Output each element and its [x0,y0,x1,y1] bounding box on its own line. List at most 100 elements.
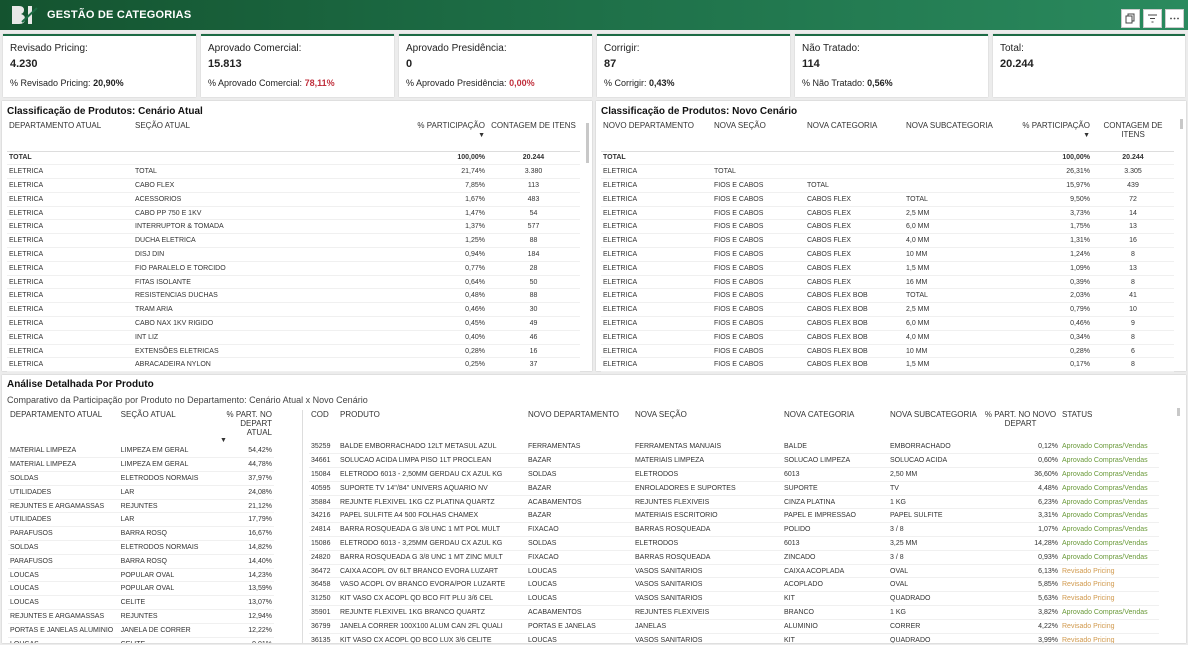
table-row[interactable]: LOUCASCELITE9,01% [8,637,274,643]
table-row[interactable]: 15086 ELETRODO 6013 - 3,25MM GERDAU CX AZ… [309,536,1159,551]
table-row[interactable]: ELETRICA FIOS E CABOS CABOS FLEX BOB 6,0 MM… [601,316,1174,331]
cell-departamento: PORTAS E JANELAS ALUMINIO [8,623,119,638]
header-departamento-atual[interactable]: DEPARTAMENTO ATUAL [7,121,133,151]
table-row[interactable]: ELETRICA EXTENSÕES ELETRICAS 0,28% 16 [7,344,580,359]
table-row[interactable]: 36458 VASO ACOPL OV BRANCO EVORA/POR LUZA… [309,577,1159,593]
table-row[interactable]: ELETRICA FIOS E CABOS CABOS FLEX BOB 1,5 MM… [601,357,1174,373]
table-row[interactable]: PARAFUSOS BARRA ROSQ 14,40% [8,554,274,569]
table-row[interactable]: ELETRICA FIOS E CABOS CABOS FLEX BOB 10 MM 0… [601,344,1174,359]
table-row[interactable]: ELETRICA ABRACADEIRA NYLON 0,25% 37 [7,357,580,373]
table-row[interactable]: ELETRICA FIOS E CABOS CABOS FLEX BOB 4,0 MM… [601,330,1174,345]
scrollbar-detalhe[interactable] [1177,408,1180,416]
header-novo-departamento[interactable]: NOVO DEPARTAMENTO [601,121,712,151]
header-secao-atual-det[interactable]: SEÇÃO ATUAL [119,410,218,444]
table-row[interactable]: ELETRICA FIOS E CABOS CABOS FLEX 1,5 MM 1,09… [601,261,1174,276]
copy-button[interactable] [1121,9,1140,28]
table-row[interactable]: ELETRICA CABO NAX 1KV RIGIDO 0,45% 49 [7,316,580,331]
table-row[interactable]: ELETRICA FIOS E CABOS CABOS FLEX 6,0 MM 1,75… [601,219,1174,235]
header-depto-atual[interactable]: DEPARTAMENTO ATUAL [8,410,119,444]
header-nova-categoria[interactable]: NOVA CATEGORIA [805,121,904,151]
header-status[interactable]: STATUS [1060,410,1159,440]
header-nova-subcategoria[interactable]: NOVA SUBCATEGORIA [904,121,1012,151]
header-nova-secao[interactable]: NOVA SEÇÃO [712,121,805,151]
header-part-atual[interactable]: % PART. NO DEPART ATUAL ▼ [218,410,274,444]
table-row[interactable]: 35884 REJUNTE FLEXIVEL 1KG CZ PLATINA QUA… [309,495,1159,510]
table-row[interactable]: ELETRICA FIOS E CABOS CABOS FLEX 2,5 MM 3,73… [601,206,1174,221]
table-row[interactable]: ELETRICA TRAM ARIA 0,46% 30 [7,302,580,318]
table-row[interactable]: ELETRICA FIO PARALELO E TORCIDO 0,77% 28 [7,261,580,276]
table-row[interactable]: ELETRICA DUCHA ELETRICA 1,25% 88 [7,233,580,249]
table-row[interactable]: 24814 BARRA ROSQUEADA G 3/8 UNC 1 MT POL … [309,522,1159,538]
table-row[interactable]: ELETRICA ACESSORIOS 1,67% 483 [7,192,580,207]
table-row[interactable]: SOLDAS ELETRODOS NORMAIS 37,97% [8,471,274,486]
table-row[interactable]: ELETRICA FIOS E CABOS TOTAL 15,97% 439 [601,178,1174,193]
table-row[interactable]: ELETRICA FIOS E CABOS CABOS FLEX 16 MM 0,39%… [601,275,1174,290]
table-row[interactable]: ELETRICA TOTAL 21,74% 3.380 [7,164,580,180]
table-row[interactable]: LOUCAS POPULAR OVAL 14,23% [8,568,274,583]
table-row[interactable]: LOUCAS CELITE 13,07% [8,595,274,611]
header-nova-subcategoria-det[interactable]: NOVA SUBCATEGORIA [888,410,981,440]
table-row[interactable]: 34216 PAPEL SULFITE A4 500 FOLHAS CHAMEX B… [309,508,1159,524]
table-row[interactable]: UTILIDADES LAR 17,79% [8,512,274,528]
more-options-button[interactable] [1165,9,1184,28]
table-row[interactable]: ELETRICA FIOS E CABOS CABOS FLEX BOB TOTAL 2… [601,288,1174,304]
header-novo-depto[interactable]: NOVO DEPARTAMENTO [526,410,633,440]
table-row[interactable]: 36135 KIT VASO CX ACOPL QD BCO LUX 3/6 CE… [309,633,1159,643]
header-produto[interactable]: PRODUTO [338,410,526,440]
table-row[interactable]: ELETRICA FIOS E CABOS CABOS FLEX BOB 2,5 MM… [601,302,1174,318]
scrollbar-atual[interactable] [586,123,589,163]
table-row[interactable]: PARAFUSOS BARRA ROSQ 16,67% [8,526,274,542]
cell-participacao: 2,03% [1012,288,1092,304]
filter-button[interactable] [1143,9,1162,28]
header-part-novo[interactable]: % PART. NO NOVO DEPART [981,410,1060,440]
table-row[interactable]: 35259 BALDE EMBORRACHADO 12LT METASUL AZU… [309,440,1159,455]
header-participacao-novo[interactable]: % PARTICIPAÇÃO ▼ [1012,121,1092,151]
cell-produto: REJUNTE FLEXIVEL 1KG BRANCO QUARTZ [338,605,526,620]
cell-produto: JANELA CORRER 100X100 ALUM CAN 2FL QUALI [338,619,526,634]
table-row[interactable]: ELETRICA INTERRUPTOR & TOMADA 1,37% 577 [7,219,580,235]
cell-secao: FIOS E CABOS [712,206,805,221]
cell-participacao: 1,25% [383,233,487,249]
header-nova-categoria-det[interactable]: NOVA CATEGORIA [782,410,888,440]
table-row[interactable]: ELETRICA FITAS ISOLANTE 0,64% 50 [7,275,580,290]
table-row[interactable]: TOTAL 100,00% 20.244 [601,150,1174,166]
header-contagem-novo[interactable]: CONTAGEM DE ITENS [1092,121,1174,151]
table-row[interactable]: PORTAS E JANELAS ALUMINIO JANELA DE CORRE… [8,623,274,638]
cell-secao: ELETRODOS NORMAIS [118,471,218,486]
table-row[interactable]: ELETRICA CABO FLEX 7,85% 113 [7,178,580,193]
table-row[interactable]: ELETRICA INT LIZ 0,40% 46 [7,330,580,345]
header-secao-atual[interactable]: SEÇÃO ATUAL [133,121,383,151]
header-contagem[interactable]: CONTAGEM DE ITENS [487,121,580,151]
cell-novo-depto: ACABAMENTOS [526,605,633,620]
table-row[interactable]: MATERIAL LIMPEZA LIMPEZA EM GERAL 44,78% [8,457,274,473]
table-row[interactable]: LOUCAS POPULAR OVAL 13,59% [8,581,274,597]
header-cod[interactable]: COD [309,410,338,440]
table-row[interactable]: ELETRICA CABO PP 750 E 1KV 1,47% 54 [7,206,580,221]
table-row[interactable]: TOTAL 100,00% 20.244 [7,150,580,166]
cell-secao: FIOS E CABOS [712,344,805,359]
table-row[interactable]: ELETRICA FIOS E CABOS CABOS FLEX 4,0 MM 1,31… [601,233,1174,249]
table-row[interactable]: 40595 SUPORTE TV 14''/84'' UNIVERS AQUARI… [309,481,1159,496]
header-nova-secao-det[interactable]: NOVA SEÇÃO [633,410,782,440]
table-row[interactable]: 34661 SOLUCAO ACIDA LIMPA PISO 1LT PROCLE… [309,453,1159,469]
table-row[interactable]: REJUNTES E ARGAMASSAS REJUNTES 21,12% [8,499,274,514]
header-participacao[interactable]: % PARTICIPAÇÃO ▼ [383,121,487,151]
table-row[interactable]: SOLDAS ELETRODOS NORMAIS 14,82% [8,540,274,555]
table-row[interactable]: ELETRICA DISJ DIN 0,94% 184 [7,247,580,262]
table-row[interactable]: REJUNTES E ARGAMASSAS REJUNTES 12,94% [8,609,274,624]
scrollbar-novo[interactable] [1180,119,1183,129]
table-row[interactable]: UTILIDADES LAR 24,08% [8,485,274,500]
cell-secao: EXTENSÕES ELETRICAS [133,344,383,359]
table-row[interactable]: 35901 REJUNTE FLEXIVEL 1KG BRANCO QUARTZ A… [309,605,1159,620]
table-row[interactable]: 36472 CAIXA ACOPL OV 6LT BRANCO EVORA LUZ… [309,564,1159,579]
table-row[interactable]: 31250 KIT VASO CX ACOPL QD BCO FIT PLU 3/… [309,591,1159,607]
cell-secao: FIOS E CABOS [712,288,805,304]
table-row[interactable]: 24820 BARRA ROSQUEADA G 3/8 UNC 1 MT ZINC… [309,550,1159,565]
table-row[interactable]: 36799 JANELA CORRER 100X100 ALUM CAN 2FL … [309,619,1159,634]
table-row[interactable]: MATERIAL LIMPEZA LIMPEZA EM GERAL 54,42% [8,444,274,459]
table-row[interactable]: ELETRICA TOTAL 26,31% 3.305 [601,164,1174,180]
table-row[interactable]: 15084 ELETRODO 6013 - 2,50MM GERDAU CX AZ… [309,467,1159,482]
table-row[interactable]: ELETRICA FIOS E CABOS CABOS FLEX TOTAL 9,50%… [601,192,1174,207]
table-row[interactable]: ELETRICA RESISTENCIAS DUCHAS 0,48% 88 [7,288,580,304]
table-row[interactable]: ELETRICA FIOS E CABOS CABOS FLEX 10 MM 1,24%… [601,247,1174,262]
